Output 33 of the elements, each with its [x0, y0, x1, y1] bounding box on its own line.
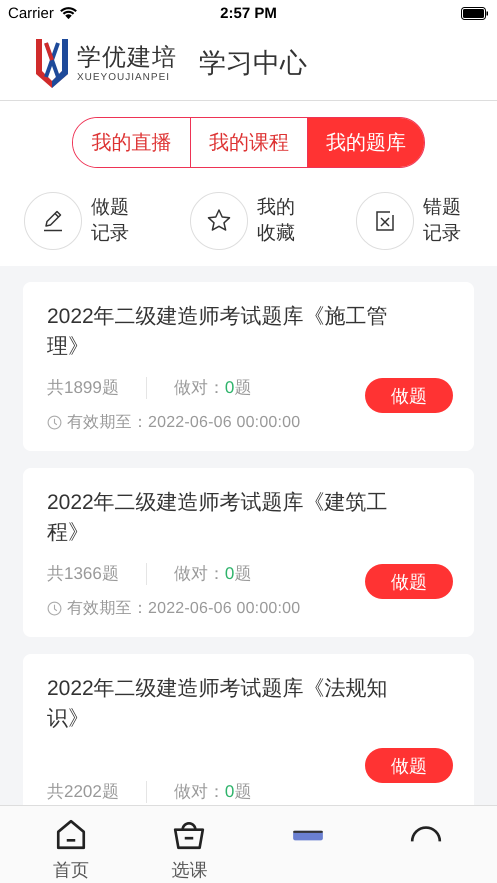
shortcut-button[interactable]: [190, 192, 248, 250]
shortcut-button[interactable]: [356, 192, 414, 250]
wifi-icon: [58, 6, 78, 20]
validity-text: 有效期至：2022-06-06 00:00:00: [67, 413, 300, 433]
page-title: 学习中心: [199, 47, 307, 80]
correct-count-text: 做对：0题: [174, 781, 252, 803]
logo-icon: [34, 37, 70, 89]
bank-title: 2022年二级建造师考试题库《法规知识》: [47, 676, 389, 732]
shortcut-label[interactable]: 做题记录: [91, 195, 131, 247]
bank-title: 2022年二级建造师考试题库《施工管理》: [47, 304, 389, 360]
question-total: 共2202题: [47, 781, 119, 803]
practice-button[interactable]: 做题: [365, 378, 453, 413]
clock-icon: [47, 415, 62, 430]
time-text: 2:57 PM: [220, 4, 277, 22]
battery-icon: [460, 6, 489, 20]
brand-name: 学优建培: [77, 44, 177, 72]
brand-pinyin: XUEYOUJIANPEI: [77, 72, 172, 82]
clock-icon: [47, 601, 62, 616]
nav-label[interactable]: 首页: [53, 858, 90, 882]
bank-title: 2022年二级建造师考试题库《建筑工程》: [47, 490, 389, 546]
shortcut-label[interactable]: 错题记录: [423, 195, 463, 247]
validity-text: 有效期至：2022-06-06 00:00:00: [67, 599, 300, 619]
question-total: 共1899题: [47, 377, 119, 399]
nav-label[interactable]: 选课: [171, 858, 208, 882]
shortcut-label[interactable]: 我的收藏: [257, 195, 297, 247]
correct-count-text: 做对：0题: [174, 377, 252, 399]
practice-button[interactable]: 做题: [365, 748, 453, 783]
tab[interactable]: 我的题库: [307, 118, 424, 167]
shortcut-button[interactable]: [24, 192, 82, 250]
correct-count-text: 做对：0题: [174, 563, 252, 585]
carrier-text: Carrier: [8, 4, 54, 22]
question-total: 共1366题: [47, 563, 119, 585]
practice-button[interactable]: 做题: [365, 564, 453, 599]
